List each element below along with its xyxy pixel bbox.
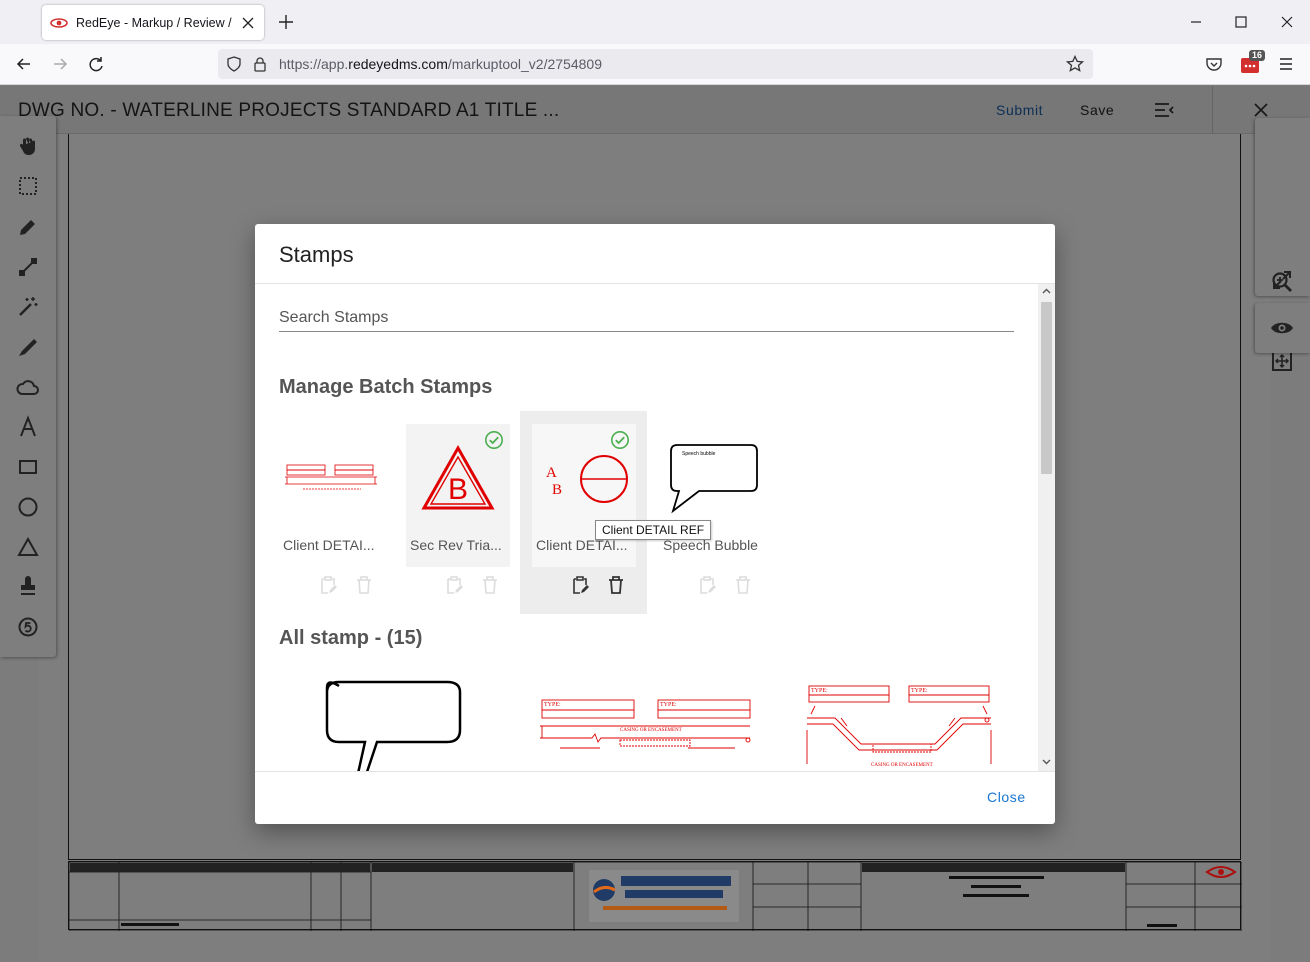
new-tab-icon[interactable] (276, 12, 296, 32)
app-header: DWG NO. - WATERLINE PROJECTS STANDARD A1… (0, 86, 1310, 134)
save-button[interactable]: Save (1080, 102, 1114, 118)
highlighter-icon[interactable] (16, 335, 40, 359)
stamp-icon[interactable] (16, 575, 40, 599)
forward-icon[interactable] (50, 54, 70, 74)
stamp-label: Client DETAI... (283, 537, 375, 553)
eye-icon[interactable] (1270, 316, 1294, 340)
batch-stamps-heading: Manage Batch Stamps (279, 376, 493, 398)
edit-clipboard-icon[interactable] (569, 574, 591, 596)
zoom-in-icon[interactable] (1270, 270, 1294, 294)
close-window-icon[interactable] (1277, 12, 1297, 32)
redeye-logo-icon (50, 17, 68, 28)
search-stamps-input[interactable] (279, 304, 1014, 332)
maximize-icon[interactable] (1231, 12, 1251, 32)
ref-letter-a: A (546, 465, 557, 481)
card-2-actions (443, 574, 513, 598)
right-view-toolbar (1255, 303, 1310, 353)
stamp-thumbnail: Speech bubble (659, 424, 763, 534)
scroll-up-icon[interactable] (1041, 286, 1052, 297)
url-bar[interactable]: https://app.redeyedms.com/markuptool_v2/… (218, 49, 1093, 79)
ref-letter-b: B (552, 482, 562, 498)
rectangle-icon[interactable] (16, 455, 40, 479)
shield-icon[interactable] (226, 56, 242, 72)
minimize-icon[interactable] (1186, 12, 1206, 32)
batch-stamp-card-2[interactable]: B Sec Rev Tria... (406, 424, 510, 567)
stamp-thumbnail (279, 424, 383, 534)
extension-badge: 16 (1249, 50, 1266, 61)
line-tool-icon[interactable] (16, 255, 40, 279)
url-host: redeyedms.com (348, 56, 448, 72)
speech-bubble-text: Speech bubble (682, 451, 716, 457)
dialog-scrollbar[interactable] (1038, 284, 1055, 771)
stamp-label: Sec Rev Tria... (410, 537, 502, 553)
check-circle-icon (611, 431, 629, 449)
edit-clipboard-icon[interactable] (696, 574, 718, 596)
dialog-title: Stamps (279, 242, 354, 267)
url-text[interactable]: https://app.redeyedms.com/markuptool_v2/… (279, 56, 602, 72)
select-rectangle-icon[interactable] (16, 174, 40, 198)
triangle-letter: B (448, 473, 468, 506)
browser-tab[interactable]: RedEye - Markup / Review / App (42, 5, 264, 40)
all-stamp-casing-detail-2[interactable]: TYPE: TYPE: CASING OR ENCASEMENT (805, 678, 1005, 771)
drawing-title-block (68, 861, 1243, 932)
browser-tab-bar: RedEye - Markup / Review / App (0, 0, 1310, 44)
back-icon[interactable] (14, 54, 34, 74)
circle-icon[interactable] (16, 495, 40, 519)
scroll-thumb[interactable] (1041, 302, 1052, 474)
type-label-4: TYPE: (911, 688, 928, 694)
card-1-actions (317, 574, 387, 598)
check-circle-icon (485, 431, 503, 449)
batch-stamp-card-1[interactable]: Client DETAI... (279, 424, 383, 567)
close-tab-icon[interactable] (240, 15, 256, 31)
delete-icon[interactable] (605, 574, 627, 596)
collapse-menu-icon[interactable] (1153, 100, 1175, 120)
url-prefix: https://app. (279, 56, 349, 72)
delete-icon[interactable] (353, 574, 375, 596)
submit-button[interactable]: Submit (996, 102, 1043, 118)
type-label-2: TYPE: (660, 702, 677, 708)
dialog-body: Manage Batch Stamps Client DETAI... (255, 284, 1038, 771)
document-title: DWG NO. - WATERLINE PROJECTS STANDARD A1… (18, 100, 560, 121)
close-button[interactable]: Close (987, 789, 1026, 805)
edit-clipboard-icon[interactable] (443, 574, 465, 596)
delete-icon[interactable] (732, 574, 754, 596)
scroll-down-icon[interactable] (1041, 756, 1052, 767)
url-path: /markuptool_v2/2754809 (447, 56, 602, 72)
lock-icon[interactable] (252, 56, 268, 72)
tab-title: RedEye - Markup / Review / App (76, 15, 234, 30)
count-icon[interactable] (16, 615, 40, 639)
batch-stamp-card-4[interactable]: Speech bubble Speech Bubble (659, 424, 763, 567)
left-toolbar (0, 116, 56, 657)
close-icon[interactable] (1251, 100, 1271, 120)
pan-hand-icon[interactable] (16, 134, 40, 158)
edit-clipboard-icon[interactable] (317, 574, 339, 596)
bookmark-star-icon[interactable] (1066, 55, 1084, 73)
casing-label-1: CASING OR ENCASEMENT (620, 728, 682, 733)
type-label-1: TYPE: (544, 702, 561, 708)
delete-icon[interactable] (479, 574, 501, 596)
dialog-divider-bottom (255, 771, 1055, 772)
reload-icon[interactable] (86, 54, 106, 74)
pocket-icon[interactable] (1204, 54, 1224, 74)
stamps-dialog: Stamps Manage Batch Stamps Client DETAI.… (255, 224, 1055, 824)
pencil-icon[interactable] (16, 215, 40, 239)
magic-wand-icon[interactable] (16, 295, 40, 319)
triangle-icon[interactable] (16, 535, 40, 559)
browser-nav-bar: https://app.redeyedms.com/markuptool_v2/… (0, 44, 1310, 85)
all-stamps-heading: All stamp - (15) (279, 627, 423, 649)
hamburger-menu-icon[interactable] (1276, 54, 1296, 74)
casing-label-2: CASING OR ENCASEMENT (871, 763, 933, 768)
stamp-tooltip: Client DETAIL REF (595, 520, 712, 540)
all-stamp-speech-bubble[interactable] (315, 678, 515, 771)
all-stamp-casing-detail-1[interactable]: TYPE: TYPE: CASING OR ENCASEMENT (540, 678, 751, 771)
text-tool-icon[interactable] (16, 415, 40, 439)
header-divider (1212, 86, 1213, 134)
title-block-graphic (68, 861, 1243, 932)
card-4-actions (696, 574, 766, 598)
card-3-actions (569, 574, 639, 598)
type-label-3: TYPE: (811, 688, 828, 694)
cloud-icon[interactable] (16, 375, 40, 399)
batch-stamp-card-3[interactable]: A B Client DETAI... (532, 424, 636, 567)
